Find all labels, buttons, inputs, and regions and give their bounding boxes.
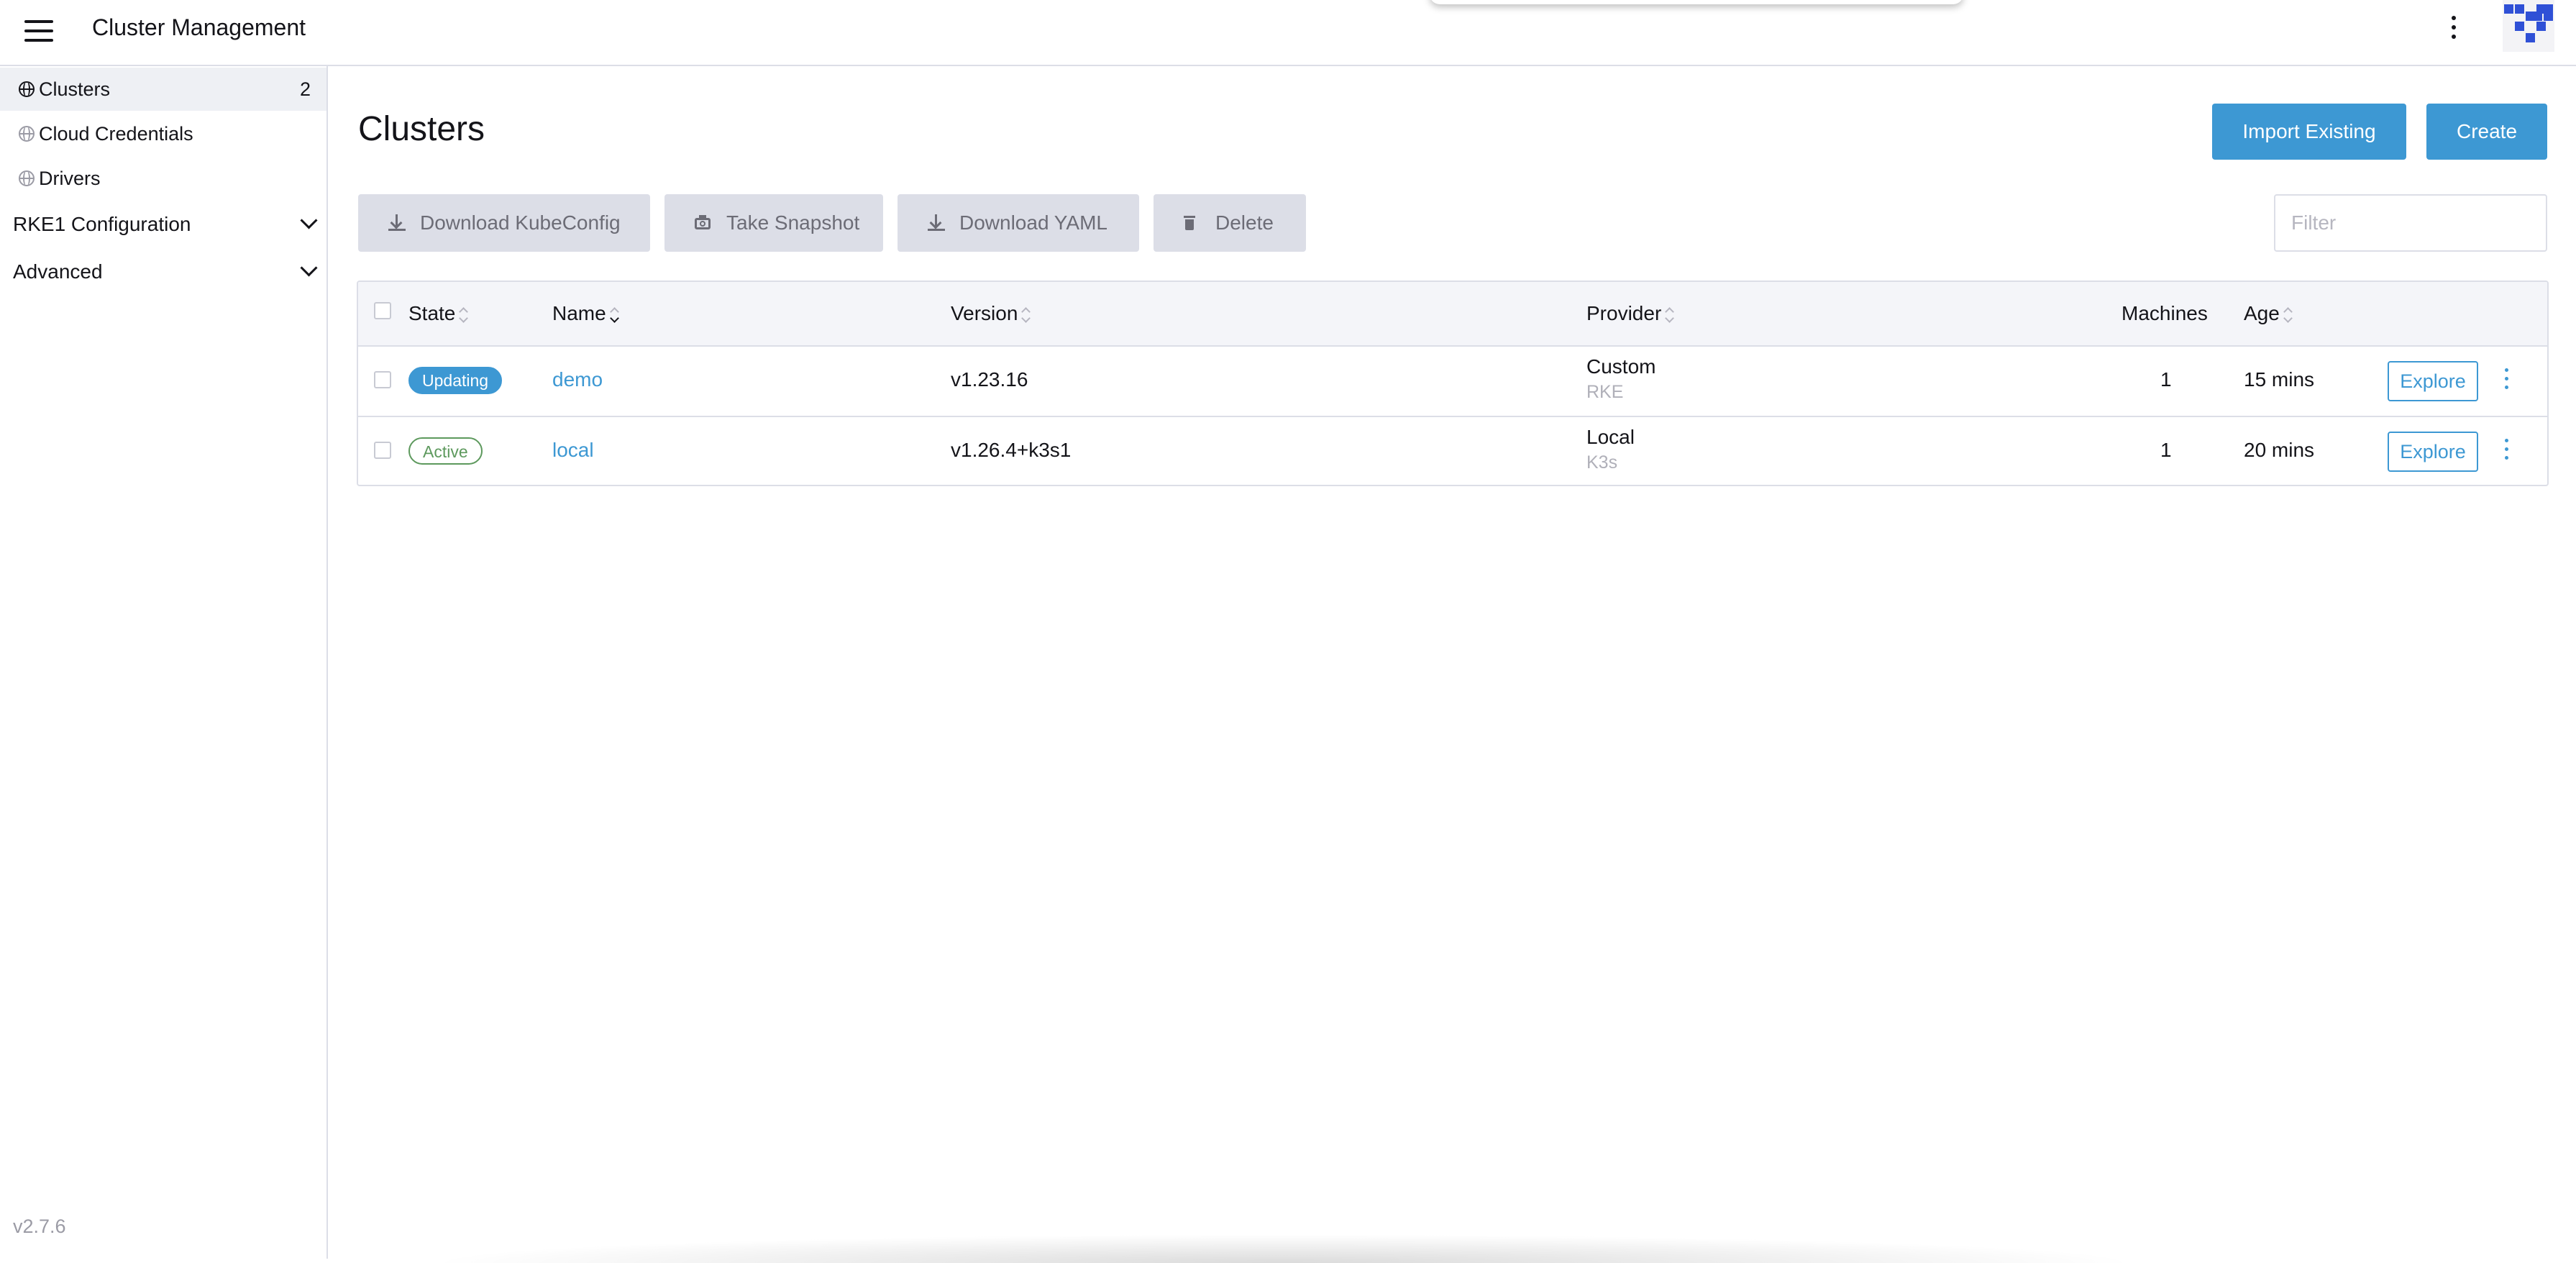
app-header: Cluster Management xyxy=(0,0,2576,66)
download-icon xyxy=(387,213,407,233)
dropdown-popup-edge xyxy=(1430,0,1963,4)
sort-icon xyxy=(1020,306,1032,324)
column-label: Machines xyxy=(2121,302,2208,324)
cluster-machines: 1 xyxy=(2160,439,2172,461)
sort-icon xyxy=(458,306,470,324)
sidebar-group-label: Advanced xyxy=(13,260,103,283)
download-icon xyxy=(926,213,946,233)
column-label: Name xyxy=(552,302,606,324)
cluster-age: 20 mins xyxy=(2244,439,2315,461)
column-header-state[interactable]: State xyxy=(408,298,470,329)
sidebar-item-label: Cloud Credentials xyxy=(39,123,193,145)
button-label: Delete xyxy=(1215,211,1274,234)
page-title: Clusters xyxy=(358,110,485,148)
sidebar-item-clusters[interactable]: Clusters 2 xyxy=(0,68,326,111)
cluster-name-link[interactable]: demo xyxy=(552,365,603,394)
hamburger-icon[interactable] xyxy=(24,19,53,45)
cluster-name-link[interactable]: local xyxy=(552,436,594,465)
cluster-machines: 1 xyxy=(2160,368,2172,391)
column-header-name[interactable]: Name xyxy=(552,298,621,329)
download-kubeconfig-button[interactable]: Download KubeConfig xyxy=(358,194,650,252)
row-checkbox[interactable] xyxy=(374,442,391,459)
cluster-version: v1.26.4+k3s1 xyxy=(951,439,1072,461)
sidebar-item-count: 2 xyxy=(299,78,311,100)
column-label: Provider xyxy=(1586,302,1662,324)
cluster-age: 15 mins xyxy=(2244,368,2315,391)
status-badge: Updating xyxy=(408,367,503,394)
sidebar-group-label: RKE1 Configuration xyxy=(13,213,191,235)
version-label: v2.7.6 xyxy=(13,1216,66,1237)
button-label: Download YAML xyxy=(959,211,1107,234)
column-label: Age xyxy=(2244,302,2280,324)
sidebar-item-label: Drivers xyxy=(39,168,101,189)
take-snapshot-button[interactable]: Take Snapshot xyxy=(664,194,883,252)
row-checkbox[interactable] xyxy=(374,371,391,388)
sort-icon xyxy=(609,306,621,324)
explore-button[interactable]: Explore xyxy=(2388,432,2478,472)
column-header-machines: Machines xyxy=(2121,298,2208,329)
column-header-provider[interactable]: Provider xyxy=(1586,298,1676,329)
sidebar-group-rke1-configuration[interactable]: RKE1 Configuration xyxy=(13,204,318,245)
camera-icon xyxy=(693,213,713,233)
chevron-down-icon xyxy=(300,259,318,277)
sort-icon xyxy=(2283,306,2294,324)
filter-input[interactable] xyxy=(2274,194,2547,252)
clusters-table: State Name Version Provider Machines Age… xyxy=(357,281,2549,486)
globe-icon xyxy=(19,126,35,142)
bottom-shadow xyxy=(424,1234,2143,1263)
column-header-version[interactable]: Version xyxy=(951,298,1032,329)
table-row: Updating demo v1.23.16 Custom RKE 1 15 m… xyxy=(358,345,2547,417)
app-title: Cluster Management xyxy=(92,14,306,40)
button-label: Take Snapshot xyxy=(726,211,860,234)
user-avatar-icon[interactable] xyxy=(2503,0,2554,52)
column-label: State xyxy=(408,302,456,324)
row-actions-icon[interactable] xyxy=(2500,434,2514,466)
create-button[interactable]: Create xyxy=(2426,104,2547,160)
globe-icon xyxy=(19,81,35,97)
cluster-provider-sub: K3s xyxy=(1586,452,1618,473)
select-all-checkbox[interactable] xyxy=(374,302,391,319)
cluster-provider: Custom xyxy=(1586,355,1656,378)
cluster-provider-sub: RKE xyxy=(1586,382,1624,402)
sort-icon xyxy=(1664,306,1676,324)
row-actions-icon[interactable] xyxy=(2500,364,2514,396)
trash-icon xyxy=(1179,213,1200,233)
column-header-age[interactable]: Age xyxy=(2244,298,2294,329)
cluster-version: v1.23.16 xyxy=(951,368,1028,391)
import-existing-button[interactable]: Import Existing xyxy=(2212,104,2406,160)
cluster-provider: Local xyxy=(1586,426,1635,448)
table-header: State Name Version Provider Machines Age xyxy=(358,282,2547,347)
column-label: Version xyxy=(951,302,1018,324)
vertical-dots-icon[interactable] xyxy=(2442,12,2464,43)
chevron-down-icon xyxy=(300,211,318,229)
button-label: Download KubeConfig xyxy=(420,211,621,234)
globe-icon xyxy=(19,170,35,186)
delete-button[interactable]: Delete xyxy=(1154,194,1306,252)
sidebar-item-drivers[interactable]: Drivers xyxy=(0,157,326,200)
sidebar: Clusters 2 Cloud Credentials Drivers RKE… xyxy=(0,66,328,1259)
status-badge: Active xyxy=(408,437,483,465)
sidebar-item-label: Clusters xyxy=(39,78,111,100)
table-row: Active local v1.26.4+k3s1 Local K3s 1 20… xyxy=(358,416,2547,485)
download-yaml-button[interactable]: Download YAML xyxy=(898,194,1139,252)
explore-button[interactable]: Explore xyxy=(2388,361,2478,401)
sidebar-item-cloud-credentials[interactable]: Cloud Credentials xyxy=(0,112,326,155)
sidebar-group-advanced[interactable]: Advanced xyxy=(13,252,318,292)
